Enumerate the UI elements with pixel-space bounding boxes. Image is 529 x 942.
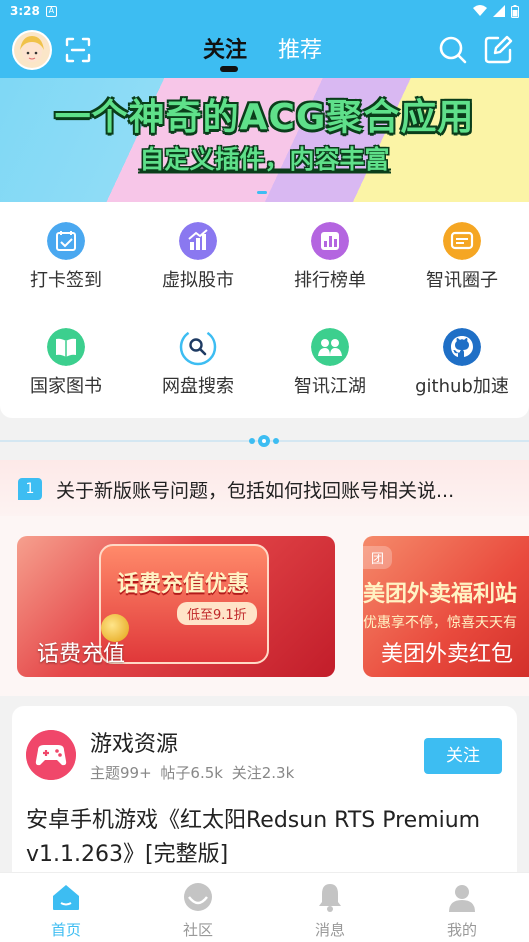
promo-label: 美团外卖红包 bbox=[381, 642, 514, 667]
promo-headline: 美团外卖福利站 bbox=[363, 582, 518, 607]
top-header: 关注 推荐 bbox=[0, 22, 529, 78]
scan-icon[interactable] bbox=[64, 36, 92, 64]
feature-grid: 打卡签到 虚拟股市 排行榜单 智讯圈子 国家图书 网盘搜索 智讯江湖 githu… bbox=[0, 202, 529, 418]
promo-cards: 话费充值优惠 低至9.1折 话费充值 团 美团外卖福利站 优惠享不停，惊喜天天有… bbox=[0, 516, 529, 696]
bottom-nav: 首页 社区 消息 我的 bbox=[0, 872, 529, 942]
stock-chart-icon bbox=[179, 222, 217, 260]
user-avatar[interactable] bbox=[12, 30, 52, 70]
nav-label: 首页 bbox=[50, 921, 81, 939]
nav-label: 我的 bbox=[446, 921, 477, 939]
follow-button[interactable]: 关注 bbox=[424, 738, 502, 774]
search-circle-icon bbox=[179, 328, 217, 366]
nav-community[interactable]: 社区 bbox=[132, 879, 264, 939]
grid-item-label: 网盘搜索 bbox=[162, 376, 234, 397]
grid-item-label: 智讯江湖 bbox=[294, 376, 366, 397]
nav-home[interactable]: 首页 bbox=[0, 879, 132, 939]
search-icon[interactable] bbox=[438, 35, 468, 65]
grid-item-disk-search[interactable]: 网盘搜索 bbox=[132, 308, 264, 408]
promo-tag: 团 bbox=[363, 546, 393, 569]
promo-card-meituan[interactable]: 团 美团外卖福利站 优惠享不停，惊喜天天有 美团外卖红包 bbox=[363, 536, 529, 677]
promo-discount-pill: 低至9.1折 bbox=[177, 602, 257, 625]
grid-item-checkin[interactable]: 打卡签到 bbox=[0, 202, 132, 302]
checkin-calendar-icon bbox=[47, 222, 85, 260]
announcement-bar[interactable]: 1 关于新版账号问题，包括如何找回账号相关说... bbox=[0, 460, 529, 516]
banner-title: 一个神奇的ACG聚合应用 bbox=[54, 97, 475, 138]
grid-item-github[interactable]: github加速 bbox=[396, 308, 528, 408]
tab-recommend[interactable]: 推荐 bbox=[278, 32, 322, 64]
nav-label: 消息 bbox=[314, 921, 345, 939]
grid-item-ranking[interactable]: 排行榜单 bbox=[264, 202, 396, 302]
wifi-icon bbox=[473, 5, 487, 16]
battery-icon bbox=[511, 4, 519, 18]
promo-label: 话费充值 bbox=[37, 642, 126, 667]
nav-label: 社区 bbox=[182, 921, 213, 939]
grid-item-label: 打卡签到 bbox=[30, 270, 102, 291]
promo-subline: 优惠享不停，惊喜天天有 bbox=[363, 615, 517, 631]
edit-post-icon[interactable] bbox=[483, 35, 513, 65]
promo-banner[interactable]: 一个神奇的ACG聚合应用 自定义插件，内容丰富 bbox=[0, 78, 529, 202]
signal-icon bbox=[493, 5, 505, 17]
section-divider bbox=[0, 435, 529, 447]
forum-stats: 主题99+ 帖子6.5k 关注2.3k bbox=[90, 764, 295, 782]
grid-item-label: 智讯圈子 bbox=[426, 270, 498, 291]
tab-follow[interactable]: 关注 bbox=[203, 32, 247, 64]
profile-icon bbox=[449, 885, 475, 912]
bell-icon bbox=[319, 884, 341, 912]
grid-item-stock[interactable]: 虚拟股市 bbox=[132, 202, 264, 302]
promo-headline: 话费充值优惠 bbox=[117, 572, 250, 597]
active-tab-indicator bbox=[220, 66, 238, 72]
book-icon bbox=[47, 328, 85, 366]
grid-item-circle[interactable]: 智讯圈子 bbox=[396, 202, 528, 302]
status-time: 3:28 bbox=[10, 4, 40, 18]
grid-item-library[interactable]: 国家图书 bbox=[0, 308, 132, 408]
notice-text: 关于新版账号问题，包括如何找回账号相关说... bbox=[56, 480, 455, 502]
gamepad-icon bbox=[26, 730, 76, 780]
status-icons bbox=[473, 4, 519, 18]
grid-item-label: 虚拟股市 bbox=[162, 270, 234, 291]
nav-messages[interactable]: 消息 bbox=[264, 879, 396, 939]
status-bar: 3:28 A bbox=[0, 0, 529, 22]
banner-subtitle: 自定义插件，内容丰富 bbox=[139, 145, 390, 174]
forum-name[interactable]: 游戏资源 bbox=[90, 726, 178, 758]
github-icon bbox=[443, 328, 481, 366]
grid-item-label: 国家图书 bbox=[30, 376, 102, 397]
post-title[interactable]: 安卓手机游戏《红太阳Redsun RTS Premium v1.1.263》[完… bbox=[26, 804, 496, 872]
grid-item-jianghu[interactable]: 智讯江湖 bbox=[264, 308, 396, 408]
notification-icon: A bbox=[45, 5, 57, 17]
chat-bubble-icon bbox=[443, 222, 481, 260]
notice-badge: 1 bbox=[18, 478, 42, 500]
ranking-bars-icon bbox=[311, 222, 349, 260]
grid-item-label: github加速 bbox=[415, 376, 509, 397]
home-icon bbox=[53, 885, 79, 910]
people-icon bbox=[311, 328, 349, 366]
community-icon bbox=[184, 883, 212, 911]
app-screen: 3:28 A 关注 推荐 一个神奇的ACG聚合应用 自定义插件，内容丰富 打卡签… bbox=[0, 0, 529, 942]
nav-profile[interactable]: 我的 bbox=[396, 879, 528, 939]
grid-item-label: 排行榜单 bbox=[294, 270, 366, 291]
banner-page-indicator bbox=[257, 191, 267, 194]
promo-card-phone-recharge[interactable]: 话费充值优惠 低至9.1折 话费充值 bbox=[17, 536, 335, 677]
